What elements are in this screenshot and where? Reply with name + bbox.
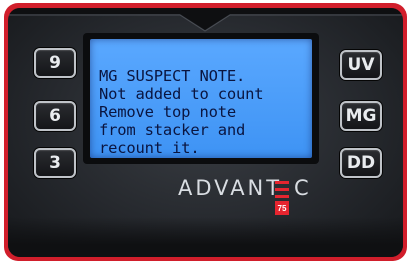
lcd-line-3: Remove top note: [99, 103, 236, 121]
lcd-line-2: Not added to count: [99, 85, 264, 103]
brand-logo-e-mark: [275, 181, 289, 198]
key-6-button[interactable]: 6: [34, 101, 76, 131]
lcd-line-5: recount it.: [99, 139, 200, 157]
dd-button[interactable]: DD: [340, 148, 382, 178]
lcd-line-4: from stacker and: [99, 121, 246, 139]
uv-button[interactable]: UV: [340, 50, 382, 80]
lcd-screen: MG SUSPECT NOTE. Not added to count Remo…: [90, 39, 312, 158]
panel-bottom-band: [8, 217, 403, 257]
mg-button[interactable]: MG: [340, 101, 382, 131]
lcd-line-1: MG SUSPECT NOTE.: [99, 67, 246, 85]
brand-logo-tail: C: [294, 176, 309, 200]
brand-logo-text: ADVANT: [178, 176, 283, 200]
key-9-button[interactable]: 9: [34, 48, 76, 78]
model-badge: 75: [275, 201, 289, 215]
key-3-button[interactable]: 3: [34, 148, 76, 178]
